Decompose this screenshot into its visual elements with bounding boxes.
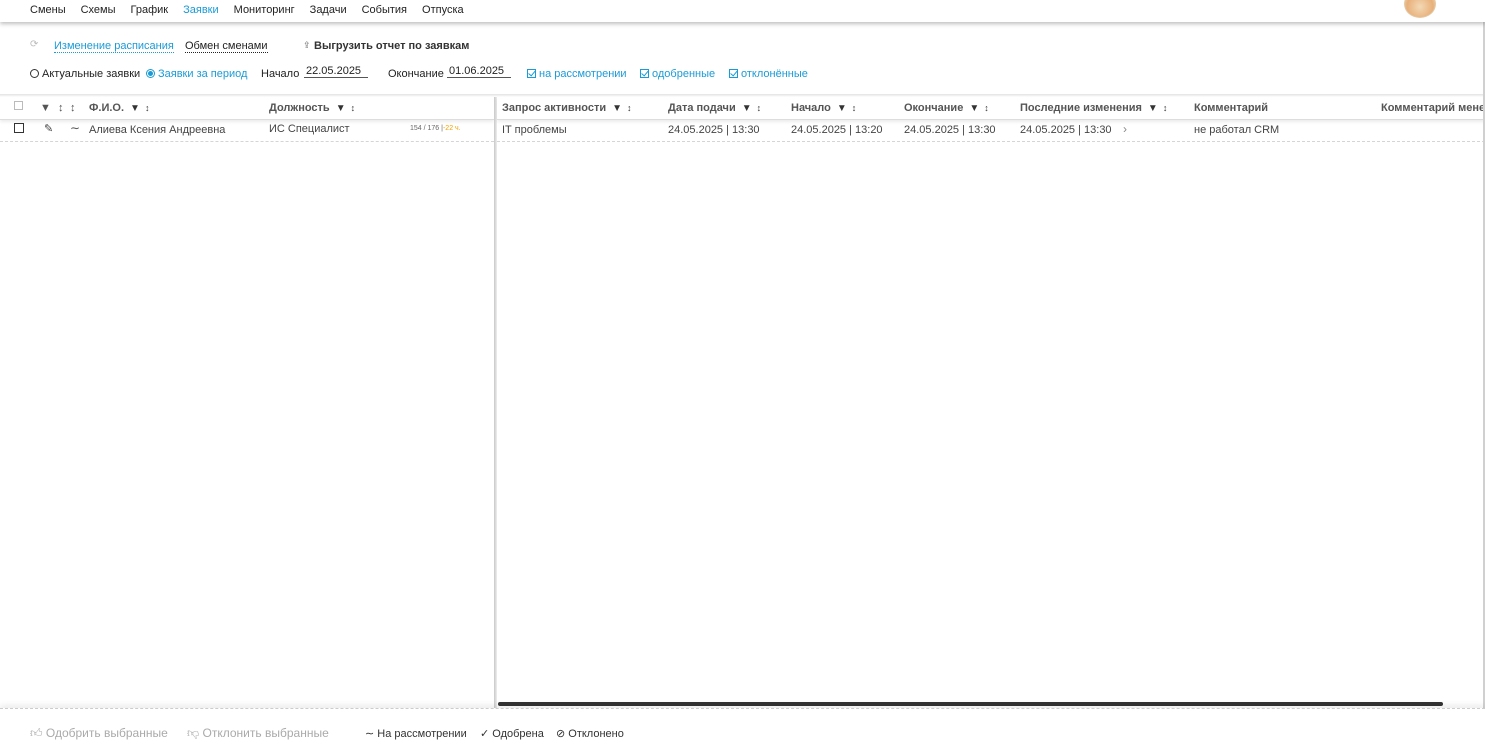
filter-icon: ▼ bbox=[130, 103, 140, 114]
filter-rejected-label: отклонённые bbox=[741, 68, 808, 80]
sort-icon[interactable]: ↕ bbox=[70, 102, 76, 114]
header-submitted[interactable]: Дата подачи ▼ ↕ bbox=[668, 102, 761, 114]
nav-item-schedule[interactable]: График bbox=[131, 4, 169, 16]
horizontal-scrollbar[interactable] bbox=[498, 702, 1443, 706]
reject-selected-button[interactable]: 👎︎ Отклонить выбранные bbox=[187, 726, 329, 741]
edit-pencil-icon[interactable]: ✎ bbox=[44, 122, 53, 135]
review-status-icon: ∼ bbox=[70, 121, 81, 135]
table-row[interactable]: ✎ ∼ Алиева Ксения Андреевна ИС Специалис… bbox=[0, 120, 494, 142]
end-label: Окончание bbox=[388, 68, 444, 80]
end-cell: 24.05.2025 | 13:30 bbox=[904, 124, 996, 136]
nav-menu: Смены Схемы График Заявки Мониторинг Зад… bbox=[30, 4, 464, 16]
header-end[interactable]: Окончание ▼ ↕ bbox=[904, 102, 989, 114]
upload-icon: ⇪ bbox=[303, 40, 311, 50]
start-cell: 24.05.2025 | 13:20 bbox=[791, 124, 883, 136]
select-all-checkbox[interactable] bbox=[14, 101, 23, 113]
review-status-icon: ∼ bbox=[365, 728, 375, 740]
nav-item-tasks[interactable]: Задачи bbox=[310, 4, 347, 16]
shift-exchange-link[interactable]: Обмен сменами bbox=[185, 40, 268, 53]
last-changes-cell: 24.05.2025 | 13:30 bbox=[1020, 124, 1112, 136]
cancel-circle-icon: ⊘ bbox=[556, 728, 566, 740]
current-requests-radio[interactable]: Актуальные заявки bbox=[30, 68, 140, 80]
refresh-icon[interactable]: ⟳ bbox=[30, 39, 38, 50]
submitted-cell: 24.05.2025 | 13:30 bbox=[668, 124, 760, 136]
sort-icon: ↕ bbox=[984, 103, 989, 113]
nav-item-events[interactable]: События bbox=[362, 4, 407, 16]
sort-icon: ↕ bbox=[756, 103, 762, 113]
requests-toolbar: ⟳ Изменение расписания Обмен сменами ⇪ В… bbox=[0, 24, 1485, 94]
left-table-header: ▼ ↕ ↕ Ф.И.О. ▼ ↕ Должность ▼ ↕ bbox=[0, 97, 494, 120]
schedule-change-link[interactable]: Изменение расписания bbox=[54, 40, 174, 53]
left-table-pane: ▼ ↕ ↕ Ф.И.О. ▼ ↕ Должность ▼ ↕ ✎ ∼ Алиева Кс… bbox=[0, 97, 494, 708]
period-requests-radio[interactable]: Заявки за период bbox=[146, 68, 247, 80]
filter-approved-label: одобренные bbox=[652, 68, 716, 80]
nav-item-schemes[interactable]: Схемы bbox=[81, 4, 116, 16]
legend-rejected: ⊘ Отклонено bbox=[556, 728, 624, 740]
user-avatar[interactable] bbox=[1404, 0, 1436, 18]
employee-position: ИС Специалист bbox=[269, 123, 350, 135]
nav-item-requests[interactable]: Заявки bbox=[183, 4, 219, 16]
sort-icon[interactable]: ↕ bbox=[58, 102, 64, 114]
header-position[interactable]: Должность ▼ ↕ bbox=[269, 102, 355, 114]
start-date-value: 22.05.2025 bbox=[304, 65, 368, 78]
row-checkbox[interactable] bbox=[14, 123, 24, 136]
legend-approved: ✓ Одобрена bbox=[480, 728, 544, 740]
end-date-value: 01.06.2025 bbox=[447, 65, 511, 78]
radio-off-icon bbox=[30, 69, 39, 78]
filter-icon: ▼ bbox=[741, 103, 752, 114]
right-table-pane: Запрос активности ▼ ↕ Дата подачи ▼ ↕ Начало… bbox=[497, 97, 1485, 708]
header-start[interactable]: Начало ▼ ↕ bbox=[791, 102, 856, 114]
filter-rejected-checkbox[interactable]: отклонённые bbox=[729, 68, 808, 80]
nav-item-vacations[interactable]: Отпуска bbox=[422, 4, 464, 16]
chevron-right-icon[interactable]: › bbox=[1123, 122, 1127, 136]
thumbs-up-icon: 👍︎ bbox=[30, 726, 43, 740]
employee-name: Алиева Ксения Андреевна bbox=[89, 124, 226, 136]
table-row[interactable]: IT проблемы 24.05.2025 | 13:30 24.05.202… bbox=[497, 120, 1485, 142]
header-name[interactable]: Ф.И.О. ▼ ↕ bbox=[89, 102, 149, 114]
header-manager-comment[interactable]: Комментарий менед bbox=[1381, 102, 1485, 114]
radio-on-icon bbox=[146, 69, 155, 78]
sort-icon: ↕ bbox=[350, 103, 356, 113]
hours-balance: 154 / 176 |-22 ч. bbox=[410, 125, 461, 132]
filter-icon: ▼ bbox=[1147, 103, 1158, 114]
period-requests-label: Заявки за период bbox=[158, 68, 248, 80]
right-table-header: Запрос активности ▼ ↕ Дата подачи ▼ ↕ Начало… bbox=[497, 97, 1485, 120]
top-navigation: Смены Схемы График Заявки Мониторинг Зад… bbox=[0, 0, 1485, 22]
filter-icon: ▼ bbox=[969, 103, 980, 114]
filter-icon: ▼ bbox=[335, 103, 346, 114]
thumbs-down-icon: 👎︎ bbox=[187, 726, 200, 740]
activity-cell: IT проблемы bbox=[502, 124, 567, 136]
filter-approved-checkbox[interactable]: одобренные bbox=[640, 68, 715, 80]
header-comment[interactable]: Комментарий bbox=[1194, 102, 1268, 114]
filter-icon[interactable]: ▼ bbox=[40, 102, 51, 114]
footer-actions: 👍︎ Одобрить выбранные 👎︎ Отклонить выбра… bbox=[0, 708, 1485, 750]
filter-icon: ▼ bbox=[836, 103, 847, 114]
checkbox-checked-icon bbox=[729, 69, 738, 78]
header-last-changes[interactable]: Последние изменения ▼ ↕ bbox=[1020, 102, 1167, 114]
header-activity[interactable]: Запрос активности ▼ ↕ bbox=[502, 102, 632, 114]
nav-item-monitoring[interactable]: Мониторинг bbox=[234, 4, 295, 16]
sort-icon: ↕ bbox=[627, 103, 632, 113]
filter-icon: ▼ bbox=[612, 103, 623, 114]
export-report-button[interactable]: Выгрузить отчет по заявкам bbox=[314, 40, 469, 52]
legend-review: ∼ На рассмотрении bbox=[365, 728, 467, 740]
sort-icon: ↕ bbox=[144, 103, 150, 113]
start-date-input[interactable]: 22.05.2025 bbox=[304, 65, 368, 78]
checkmark-icon: ✓ bbox=[480, 728, 490, 740]
sort-icon: ↕ bbox=[1162, 103, 1168, 113]
checkbox-checked-icon bbox=[527, 69, 536, 78]
start-label: Начало bbox=[261, 68, 300, 80]
nav-item-shifts[interactable]: Смены bbox=[30, 4, 66, 16]
filter-review-label: на рассмотрении bbox=[539, 68, 627, 80]
current-requests-label: Актуальные заявки bbox=[42, 68, 141, 80]
end-date-input[interactable]: 01.06.2025 bbox=[447, 65, 511, 78]
filter-review-checkbox[interactable]: на рассмотрении bbox=[527, 68, 627, 80]
checkbox-checked-icon bbox=[640, 69, 649, 78]
sort-icon: ↕ bbox=[851, 103, 857, 113]
comment-cell: не работал CRM bbox=[1194, 124, 1280, 136]
approve-selected-button[interactable]: 👍︎ Одобрить выбранные bbox=[30, 726, 168, 741]
